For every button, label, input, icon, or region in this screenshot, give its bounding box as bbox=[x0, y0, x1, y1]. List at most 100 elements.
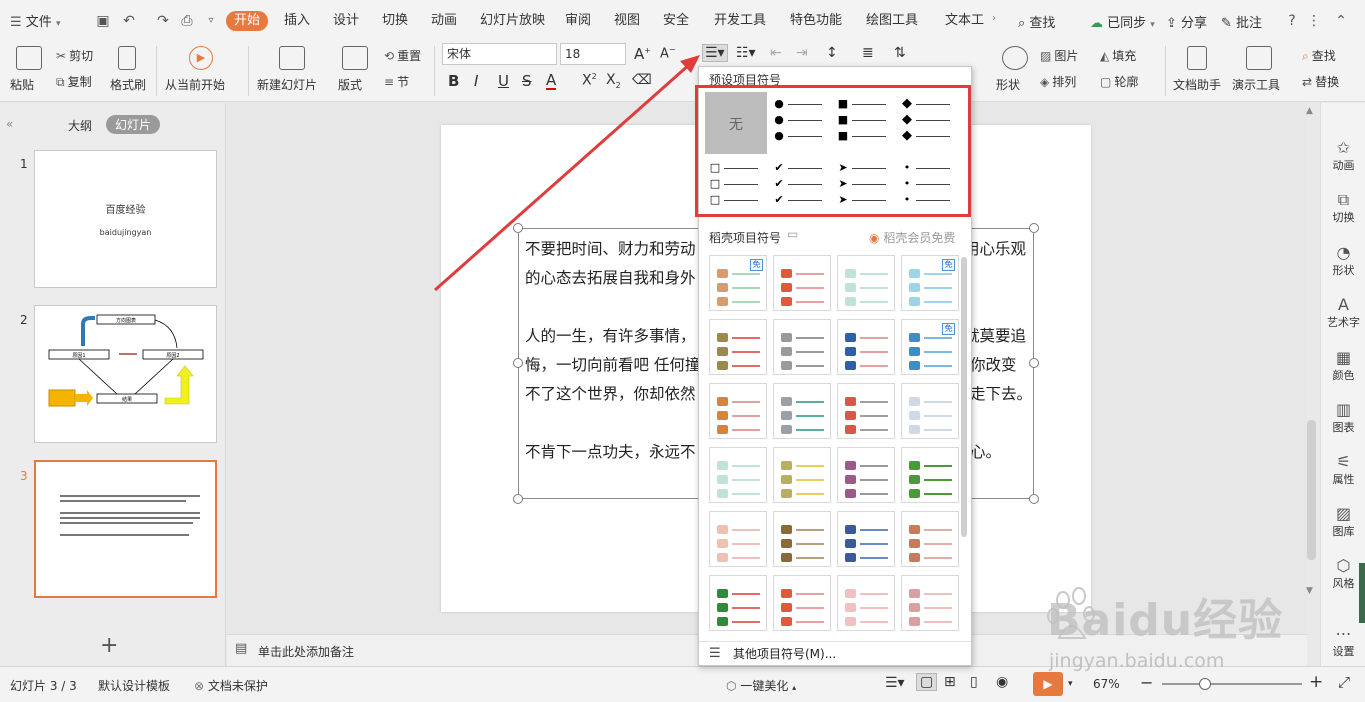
app-menu-button[interactable]: ☰ 文件 ▾ bbox=[10, 11, 60, 30]
resize-handle[interactable] bbox=[513, 358, 523, 368]
comment-button[interactable]: ✎ 批注 bbox=[1221, 12, 1262, 31]
tab-security[interactable]: 安全 bbox=[663, 11, 689, 31]
beautify-button[interactable]: ⬡ 一键美化 ▴ bbox=[726, 677, 796, 694]
wps-bullet-option[interactable] bbox=[773, 319, 831, 375]
shrink-font-icon[interactable]: A− bbox=[660, 45, 676, 61]
collapse-ribbon-icon[interactable]: ⌃ bbox=[1330, 10, 1352, 32]
bullet-option-checkmark[interactable]: ✔ ✔ ✔ bbox=[772, 158, 830, 216]
tab-outline[interactable]: 大纲 bbox=[68, 117, 92, 134]
wps-bullet-option[interactable]: 免 bbox=[709, 255, 767, 311]
wps-bullet-option[interactable] bbox=[773, 575, 831, 631]
bullet-option-filled-circle[interactable]: ● ● ● bbox=[772, 94, 830, 152]
wps-bullet-option[interactable] bbox=[837, 319, 895, 375]
decrease-indent-icon[interactable]: ⇤ bbox=[770, 45, 782, 61]
picture-button[interactable]: ▨ 图片 bbox=[1040, 47, 1078, 64]
bullet-option-small-dot[interactable]: • • • bbox=[900, 158, 958, 216]
save-icon[interactable]: ▣ bbox=[92, 10, 114, 32]
wps-bullet-option[interactable] bbox=[773, 383, 831, 439]
subscript-icon[interactable]: X2 bbox=[606, 72, 621, 90]
tab-slideshow[interactable]: 幻灯片放映 bbox=[480, 11, 545, 31]
sidebar-item-shape[interactable]: ◔ 形状 bbox=[1321, 244, 1365, 278]
wps-bullet-option[interactable] bbox=[709, 383, 767, 439]
tab-animation[interactable]: 动画 bbox=[431, 11, 457, 31]
add-slide-button[interactable]: + bbox=[100, 633, 118, 658]
shape-button[interactable]: 形状 bbox=[994, 44, 1034, 98]
slide-thumbnail-3[interactable] bbox=[34, 460, 217, 598]
strikethrough-icon[interactable]: S bbox=[522, 72, 532, 90]
outline-button[interactable]: ▢ 轮廓 bbox=[1100, 73, 1138, 90]
layout-button[interactable]: 版式 bbox=[338, 44, 376, 98]
line-spacing-icon[interactable]: ↕ bbox=[826, 45, 838, 61]
play-from-current-button[interactable]: ▶ 从当前开始 bbox=[165, 44, 237, 98]
wps-bullet-option[interactable] bbox=[901, 447, 959, 503]
underline-icon[interactable]: U bbox=[498, 72, 509, 90]
resize-handle[interactable] bbox=[513, 223, 523, 233]
text-direction-icon[interactable]: ⇅ bbox=[894, 45, 906, 61]
help-icon[interactable]: ? bbox=[1281, 10, 1303, 32]
tab-special[interactable]: 特色功能 bbox=[790, 11, 842, 31]
wps-bullet-option[interactable] bbox=[709, 511, 767, 567]
numbered-list-button[interactable]: ☷▾ bbox=[736, 45, 756, 61]
undo-icon[interactable]: ↶ bbox=[118, 10, 140, 32]
reading-view-icon[interactable]: ▯ bbox=[970, 674, 978, 690]
sidebar-item-properties[interactable]: ⚟ 属性 bbox=[1321, 453, 1365, 487]
print-icon[interactable]: ⎙ bbox=[176, 10, 198, 32]
wps-bullet-option[interactable] bbox=[773, 511, 831, 567]
arrange-button[interactable]: ◈ 排列 bbox=[1040, 73, 1076, 90]
tab-developer[interactable]: 开发工具 bbox=[714, 11, 766, 31]
tab-insert[interactable]: 插入 bbox=[284, 11, 310, 31]
sorter-view-icon[interactable]: ⊞ bbox=[944, 674, 956, 690]
sidebar-item-animation[interactable]: ✩ 动画 bbox=[1321, 139, 1365, 173]
wps-bullet-option[interactable] bbox=[709, 319, 767, 375]
copy-button[interactable]: ⧉ 复制 bbox=[56, 73, 92, 90]
collapse-panel-icon[interactable]: « bbox=[6, 117, 13, 131]
new-slide-button[interactable]: 新建幻灯片 bbox=[257, 44, 329, 98]
tab-review[interactable]: 审阅 bbox=[565, 11, 591, 31]
resize-handle[interactable] bbox=[513, 494, 523, 504]
scroll-up-icon[interactable]: ▲ bbox=[1306, 106, 1313, 116]
paste-button[interactable]: 粘贴 bbox=[10, 44, 48, 98]
clear-format-icon[interactable]: ⌫ bbox=[632, 72, 652, 88]
tab-design[interactable]: 设计 bbox=[333, 11, 359, 31]
sync-button[interactable]: ☁ 已同步 ▾ bbox=[1090, 12, 1155, 31]
wps-bullet-option[interactable] bbox=[709, 447, 767, 503]
font-size-select[interactable]: 18 bbox=[560, 43, 626, 65]
fill-button[interactable]: ◭ 填充 bbox=[1100, 47, 1136, 64]
wps-bullet-option[interactable] bbox=[837, 447, 895, 503]
superscript-icon[interactable]: X2 bbox=[582, 72, 597, 89]
share-button[interactable]: ⇪ 分享 bbox=[1166, 12, 1207, 31]
tab-view[interactable]: 视图 bbox=[614, 11, 640, 31]
reset-button[interactable]: ⟲ 重置 bbox=[384, 47, 421, 64]
redo-icon[interactable]: ↷ bbox=[152, 10, 174, 32]
align-text-icon[interactable]: ≣ bbox=[862, 45, 874, 61]
bullet-option-arrowhead[interactable]: ➤ ➤ ➤ bbox=[836, 158, 894, 216]
tab-drawing-tools[interactable]: 绘图工具 bbox=[866, 11, 918, 31]
increase-indent-icon[interactable]: ⇥ bbox=[796, 45, 808, 61]
bullet-list-button[interactable]: ☰▾ bbox=[702, 44, 728, 62]
tab-slides[interactable]: 幻灯片 bbox=[106, 115, 161, 134]
bullet-option-diamond[interactable]: ◆ ◆ ◆ bbox=[900, 94, 958, 152]
italic-icon[interactable]: I bbox=[474, 72, 478, 90]
notes-toggle-icon[interactable]: ☰▾ bbox=[885, 675, 905, 691]
find-button[interactable]: ⌕ 查找 bbox=[1302, 47, 1336, 64]
sidebar-item-gallery[interactable]: ▨ 图库 bbox=[1321, 505, 1365, 539]
wps-bullet-option[interactable] bbox=[837, 575, 895, 631]
tab-home[interactable]: 开始 bbox=[226, 11, 269, 31]
tab-scroll-right-icon[interactable]: › bbox=[992, 13, 996, 24]
grow-font-icon[interactable]: A+ bbox=[634, 45, 651, 63]
more-options-icon[interactable]: ⋮ bbox=[1303, 10, 1325, 32]
format-painter-button[interactable]: 格式刷 bbox=[108, 44, 150, 98]
more-bullets-button[interactable]: ☰ 其他项目符号(M)... bbox=[699, 641, 971, 665]
cut-button[interactable]: ✂ 剪切 bbox=[56, 47, 93, 64]
wps-bullet-option[interactable] bbox=[837, 383, 895, 439]
wps-bullet-option[interactable] bbox=[837, 255, 895, 311]
wps-bullet-option[interactable]: 免 bbox=[901, 255, 959, 311]
normal-view-icon[interactable]: ▢ bbox=[916, 673, 938, 691]
search-button[interactable]: ⌕ 查找 bbox=[1018, 12, 1055, 31]
wps-bullet-option[interactable] bbox=[901, 511, 959, 567]
resize-handle[interactable] bbox=[1029, 223, 1039, 233]
bullet-option-none[interactable]: 无 bbox=[705, 92, 767, 154]
sidebar-item-chart[interactable]: ▥ 图表 bbox=[1321, 401, 1365, 435]
sidebar-item-wordart[interactable]: A 艺术字 bbox=[1321, 296, 1365, 330]
wps-bullet-option[interactable] bbox=[709, 575, 767, 631]
